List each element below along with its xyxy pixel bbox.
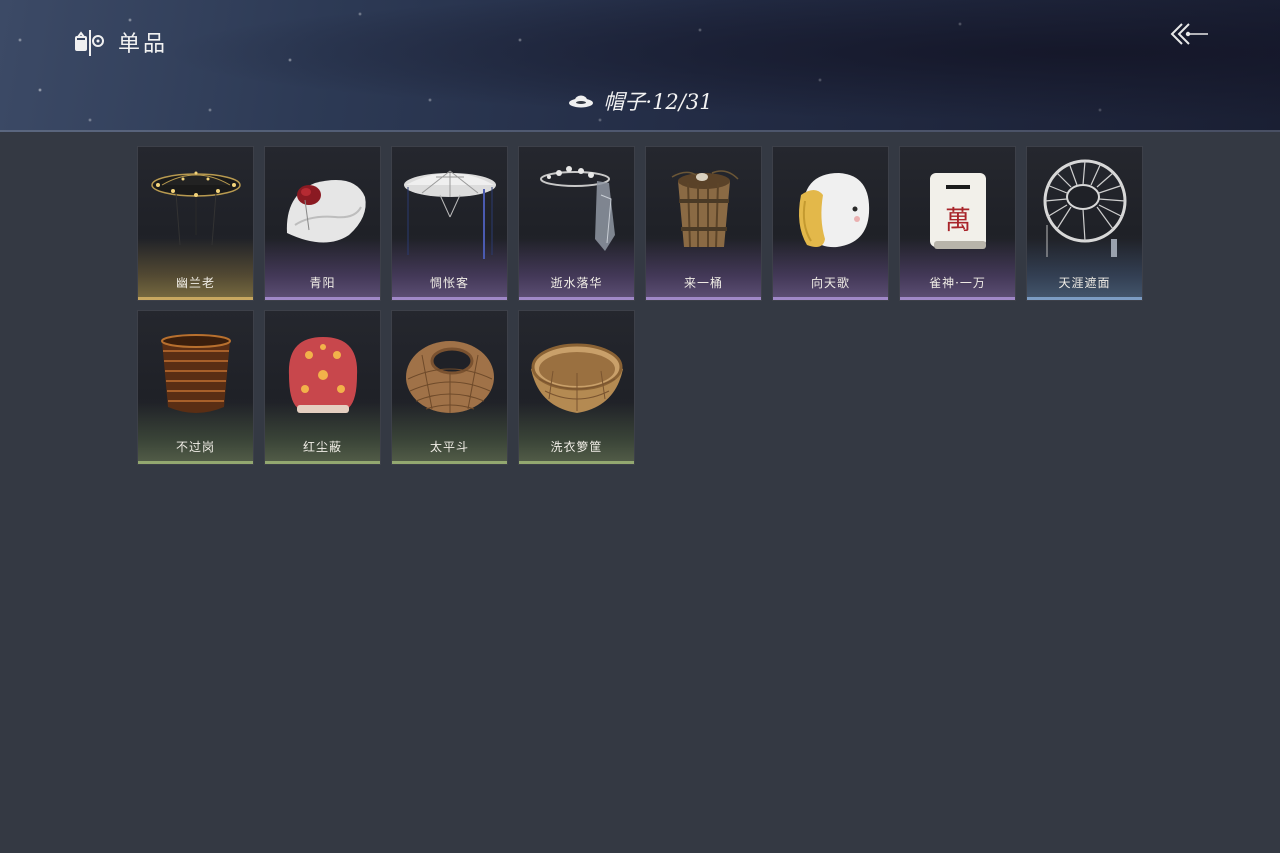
svg-text:萬: 萬 [945, 206, 971, 236]
item-card-xiyiluokuang[interactable]: 洗衣箩筐 [518, 310, 635, 465]
item-card-hongchenbi[interactable]: 红尘蔽 [264, 310, 381, 465]
item-card-queshen-yiwan[interactable]: 萬 雀神·一万 [899, 146, 1016, 301]
item-name: 红尘蔽 [302, 440, 342, 454]
rarity-bar [138, 297, 253, 300]
item-card-laiyitong[interactable]: 来一桶 [645, 146, 762, 301]
goose-head-hat-icon [799, 173, 870, 248]
item-card-youlanlao[interactable]: 幽兰老 [137, 146, 254, 301]
item-name: 雀神·一万 [929, 276, 986, 290]
item-name: 洗衣箩筐 [550, 440, 603, 454]
item-card-shishuiluohua[interactable]: 逝水落华 [518, 146, 635, 301]
rarity-bar [519, 461, 634, 464]
red-floral-hood-icon [288, 337, 358, 413]
rarity-bar [265, 461, 380, 464]
category-label: 帽子·12/31 [603, 90, 713, 114]
rarity-bar [900, 297, 1015, 300]
woven-laundry-basket-icon [531, 343, 623, 413]
item-name: 幽兰老 [175, 276, 215, 290]
page-title: 单品 [118, 32, 169, 57]
item-card-buguogang[interactable]: 不过岗 [137, 310, 254, 465]
item-card-qingyang[interactable]: 青阳 [264, 146, 381, 301]
silver-headpiece-scarf-icon [540, 166, 615, 251]
item-card-xiangtiange[interactable]: 向天歌 [772, 146, 889, 301]
item-card-chouchangke[interactable]: 惆怅客 [391, 146, 508, 301]
item-name: 来一桶 [683, 276, 723, 290]
mahjong-tile-icon: 萬 [930, 173, 986, 249]
rarity-bar [1027, 297, 1142, 300]
item-name: 逝水落华 [550, 276, 603, 290]
item-name: 青阳 [309, 276, 336, 290]
rarity-bar [773, 297, 888, 300]
back-arrow-icon [1170, 23, 1208, 45]
rarity-bar [392, 461, 507, 464]
rarity-bar [265, 297, 380, 300]
rarity-bar [392, 297, 507, 300]
header-banner: 单品 帽子·12/31 [0, 0, 1280, 132]
title-group: 单品 [74, 26, 168, 58]
wardrobe-icon [75, 30, 104, 56]
woven-basket-hat-icon [406, 341, 494, 413]
item-card-tianyazhemian[interactable]: 天涯遮面 [1026, 146, 1143, 301]
item-grid: 幽兰老 青阳 惆怅客 逝水落华 来一桶 向天歌 萬 雀神·一万 天涯遮面 不过岗… [137, 146, 1143, 465]
wooden-bucket-icon [671, 170, 739, 248]
item-name: 不过岗 [175, 440, 215, 454]
item-name: 天涯遮面 [1058, 276, 1111, 290]
black-rain-hat-icon [151, 171, 241, 246]
spoked-frame-hat-icon [1043, 159, 1127, 257]
category-header: 帽子·12/31 [0, 84, 1280, 118]
item-name: 向天歌 [810, 276, 850, 290]
item-name: 太平斗 [429, 440, 469, 454]
rarity-bar [519, 297, 634, 300]
rarity-bar [646, 297, 761, 300]
back-button[interactable] [1166, 18, 1212, 52]
item-name: 惆怅客 [429, 276, 469, 290]
stacked-bowls-icon [161, 334, 231, 413]
rarity-bar [138, 461, 253, 464]
white-conical-hat-veil-icon [404, 170, 496, 259]
white-cap-red-flower-icon [286, 180, 366, 243]
item-card-taipingdou[interactable]: 太平斗 [391, 310, 508, 465]
hat-icon [569, 95, 594, 108]
